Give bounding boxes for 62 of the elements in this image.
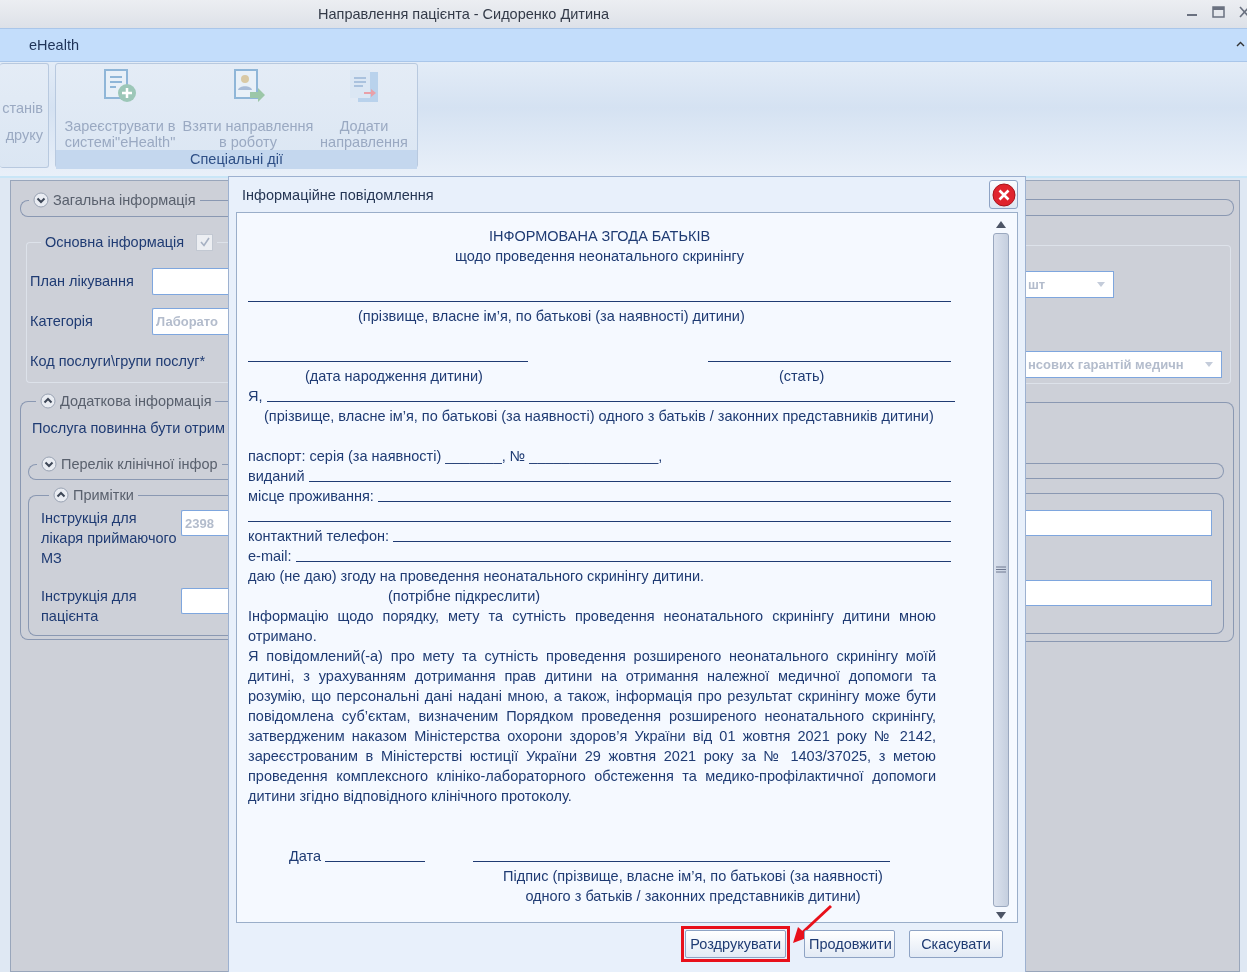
maximize-icon[interactable] [1212, 6, 1225, 18]
group-title: Додаткова інформація [60, 393, 212, 409]
field-label: План лікування [29, 273, 135, 289]
scrollbar[interactable] [991, 221, 1011, 919]
document-subtitle: щодо проведення неонатального скринінгу [454, 247, 745, 266]
field-label: Інструкція для пацієнта [41, 587, 138, 626]
dropdown[interactable]: шт [1026, 271, 1114, 298]
form-label: e-mail: [248, 547, 292, 566]
expand-icon[interactable] [41, 456, 57, 472]
menu-tab[interactable]: eHealth [29, 37, 79, 53]
caption: Підпис (прізвище, власне ім’я, по батькові (за наявності) [502, 867, 884, 886]
dialog-button[interactable]: Роздрукувати [685, 929, 786, 958]
dropdown-arrow-icon [1097, 282, 1105, 287]
group-title: Примітки [73, 487, 134, 503]
ribbon-button[interactable]: станів [2, 99, 43, 117]
input-field[interactable] [152, 267, 228, 295]
form-label: контактний телефон: [248, 527, 390, 546]
document-plus-icon [102, 68, 138, 104]
ribbon-button[interactable]: друку [5, 126, 43, 144]
caption: (прізвище, власне ім’я, по батькові (за наявності) одного з батьків / законних представників дитини) [263, 407, 935, 426]
window-title: Направлення пацієнта - Сидоренко Дитина [318, 6, 610, 22]
caption: (дата народження дитини) [304, 367, 484, 386]
field-label: Код послуги\групи послуг* [29, 353, 206, 369]
paragraph: Я повідомлений(-а) про мету та сутність проведення розширеного неонатального скринінгу моїй дитині, з урахуванням дотримання прав дитини на отримання належної медичної допомоги та розумію, що персональні дані надані мною, а також, інформація про результат скринінгу може бути повідомлена суб’єктам, визначеним Порядком проведення розширеного неонатального скринінгу, затвердженим наказом Міністерства охорони здоров’я України від 01 жовтня 2021 року № 2142, зареєстрованим в Міністерстві юстиції України 29 жовтня 2021 року за № 1403/37025, з метою проведення комплексного клініко-лабораторного обстеження та медико-профілактичної допомоги дитини згідно відповідного клінічного протоколу. [248, 647, 936, 806]
scroll-up-icon[interactable] [996, 221, 1006, 228]
dialog-button[interactable]: Продовжити [804, 929, 895, 958]
expand-icon[interactable] [33, 192, 49, 208]
input-field[interactable]: 2398 [181, 510, 228, 536]
collapse-icon[interactable] [40, 393, 56, 409]
dropdown[interactable]: нсових гарантій медичн [1026, 351, 1222, 378]
caption: (прізвище, власне ім’я, по батькові (за наявності) дитини) [357, 307, 746, 326]
form-label: Дата [288, 847, 322, 866]
field-label: Інструкція для лікаря приймаючого МЗ [41, 509, 178, 568]
caret-icon[interactable] [1236, 41, 1245, 47]
field-label: Категорія [29, 313, 94, 329]
caption: одного з батьків / законних представників дитини) [524, 887, 862, 906]
form-label: виданий [248, 467, 305, 486]
group-label: Спеціальні дії [56, 150, 417, 169]
dialog-title: Інформаційне повідомлення [242, 186, 434, 203]
form-text: Послуга повинна бути отрим [32, 419, 226, 438]
paragraph: Інформацію щодо порядку, мету та сутність проведення неонатального скринінгу дитини мною отримано. [248, 607, 936, 646]
caption: (стать) [779, 367, 825, 386]
dropdown-arrow-icon [1205, 362, 1213, 367]
scroll-down-icon[interactable] [996, 912, 1006, 919]
input-field[interactable]: Лаборато [152, 307, 228, 335]
close-icon[interactable] [1239, 6, 1247, 18]
input-field[interactable] [1026, 580, 1212, 606]
input-field[interactable] [1026, 510, 1212, 536]
collapse-icon[interactable] [53, 487, 69, 503]
close-button[interactable] [989, 180, 1018, 209]
group-title: Загальна інформація [53, 192, 196, 208]
form-label: Я, [248, 387, 263, 406]
caption: (потрібне підкреслити) [387, 587, 542, 606]
input-field[interactable] [181, 588, 228, 614]
dialog-button[interactable]: Скасувати [909, 929, 1003, 958]
group-title: Перелік клінічної інфор [61, 456, 218, 472]
document-text: даю (не даю) згоду на проведення неонатального скринінгу дитини. [248, 567, 706, 586]
document-title: ІНФОРМОВАНА ЗГОДА БАТЬКІВ [487, 227, 712, 246]
scroll-thumb[interactable] [993, 233, 1009, 907]
group-title: Основна інформація [45, 234, 185, 250]
form-label: місце проживання: [248, 487, 374, 506]
form-line-text: паспорт: серія (за наявності) _______, № ________________, [248, 447, 664, 466]
